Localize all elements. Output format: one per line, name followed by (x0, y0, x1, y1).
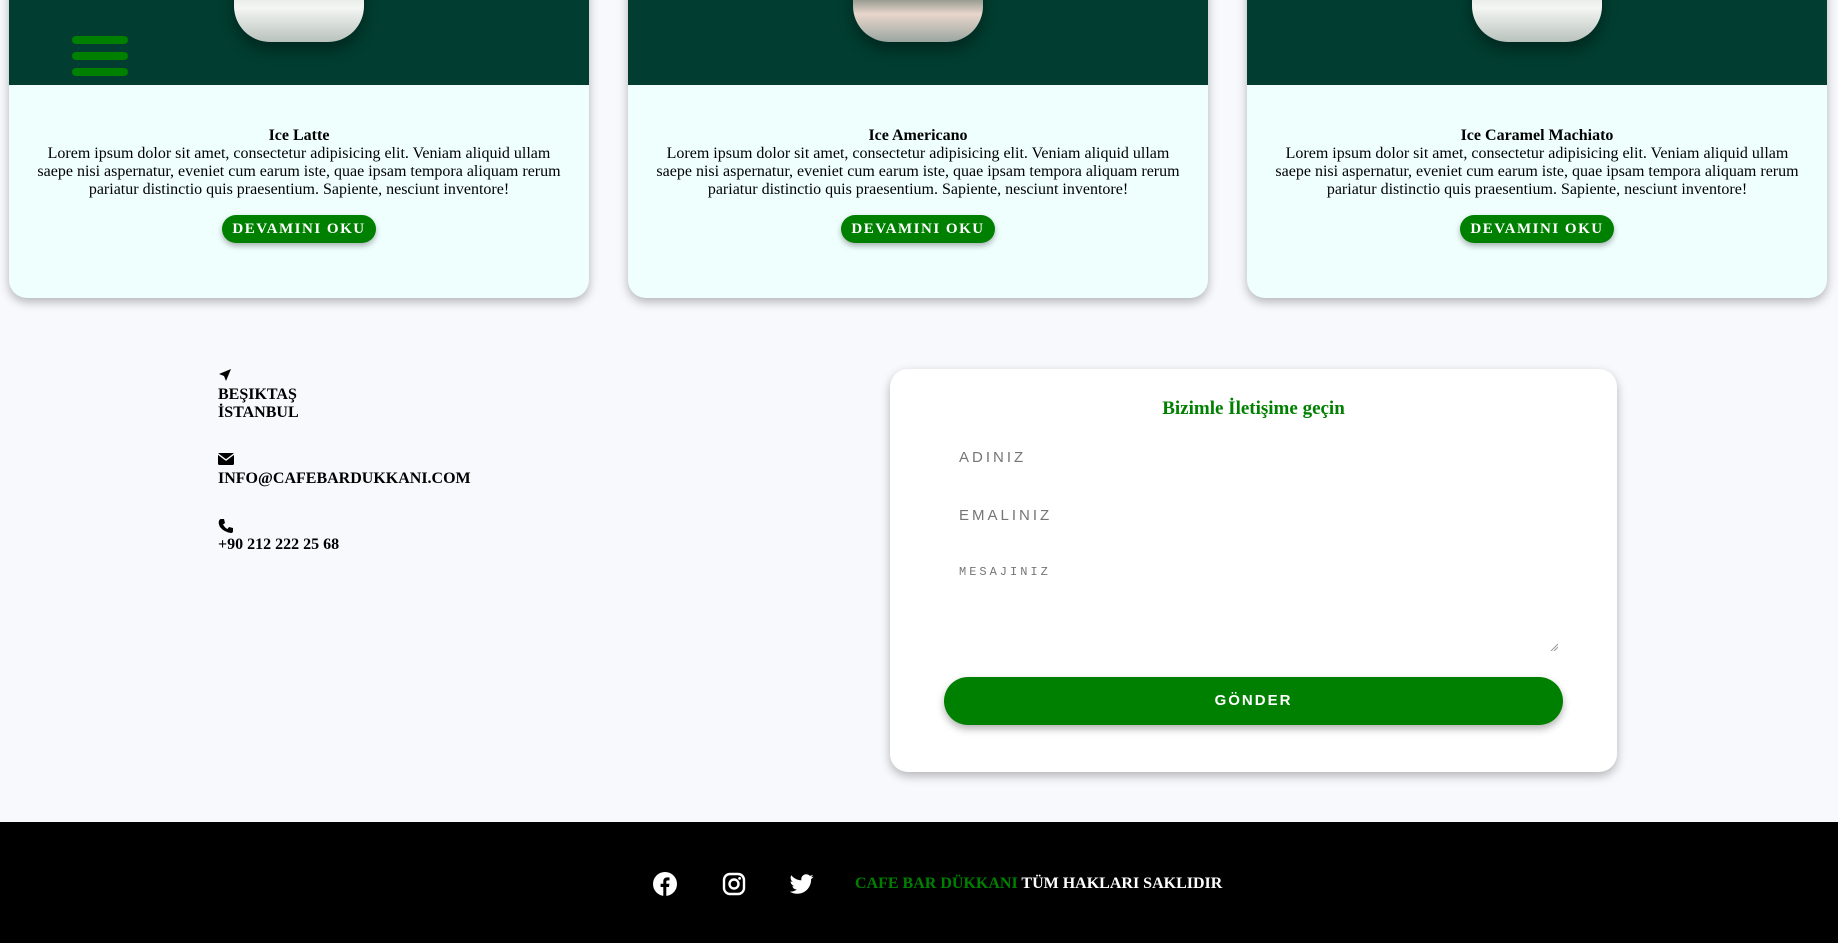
name-input[interactable] (959, 445, 1453, 469)
copyright-text: CAFE BAR DÜKKANI TÜM HAKLARI SAKLIDIR (855, 875, 1222, 893)
address-line1: BEŞIKTAŞ (218, 386, 297, 403)
phone-number: +90 212 222 25 68 (218, 536, 340, 553)
brand-name: CAFE BAR DÜKKANI (855, 875, 1018, 892)
product-description: Lorem ipsum dolor sit amet, consectetur … (1275, 145, 1799, 198)
products-section: Ice Latte Lorem ipsum dolor sit amet, co… (0, 0, 1838, 320)
rights-text: TÜM HAKLARI SAKLIDIR (1021, 875, 1223, 892)
read-more-button[interactable]: DEVAMINI OKU (841, 215, 995, 243)
product-description: Lorem ipsum dolor sit amet, consectetur … (37, 145, 561, 198)
address-line2: İSTANBUL (218, 404, 299, 421)
hamburger-menu-icon[interactable] (72, 36, 128, 84)
address-block: BEŞIKTAŞ İSTANBUL (218, 368, 471, 422)
read-more-button[interactable]: DEVAMINI OKU (222, 215, 376, 243)
instagram-icon[interactable] (722, 872, 746, 901)
location-arrow-icon (218, 368, 471, 386)
twitter-icon[interactable] (789, 872, 814, 901)
envelope-icon (217, 452, 471, 470)
product-title: Ice Americano (868, 127, 968, 144)
email-block: INFO@CAFEBARDUKKANI.COM (217, 452, 471, 488)
product-image (1247, 0, 1827, 85)
product-title: Ice Latte (268, 127, 330, 144)
resize-handle-icon[interactable] (1550, 643, 1558, 651)
email-address: INFO@CAFEBARDUKKANI.COM (218, 470, 471, 487)
product-description: Lorem ipsum dolor sit amet, consectetur … (656, 145, 1180, 198)
product-image (628, 0, 1208, 85)
submit-button[interactable]: GÖNDER (944, 677, 1563, 725)
footer: CAFE BAR DÜKKANI TÜM HAKLARI SAKLIDIR (0, 822, 1838, 943)
product-card: Ice Americano Lorem ipsum dolor sit amet… (628, 0, 1208, 298)
product-card: Ice Caramel Machiato Lorem ipsum dolor s… (1247, 0, 1827, 298)
email-input[interactable] (959, 503, 1453, 527)
product-title: Ice Caramel Machiato (1460, 127, 1614, 144)
phone-block: +90 212 222 25 68 (218, 518, 471, 554)
facebook-icon[interactable] (653, 872, 677, 901)
contact-form: Bizimle İletişime geçin GÖNDER (890, 369, 1617, 772)
contact-info: BEŞIKTAŞ İSTANBUL INFO@CAFEBARDUKKANI.CO… (217, 368, 471, 576)
form-title: Bizimle İletişime geçin (1162, 398, 1345, 419)
phone-icon (218, 518, 471, 536)
read-more-button[interactable]: DEVAMINI OKU (1460, 215, 1614, 243)
message-textarea[interactable] (959, 565, 1453, 651)
